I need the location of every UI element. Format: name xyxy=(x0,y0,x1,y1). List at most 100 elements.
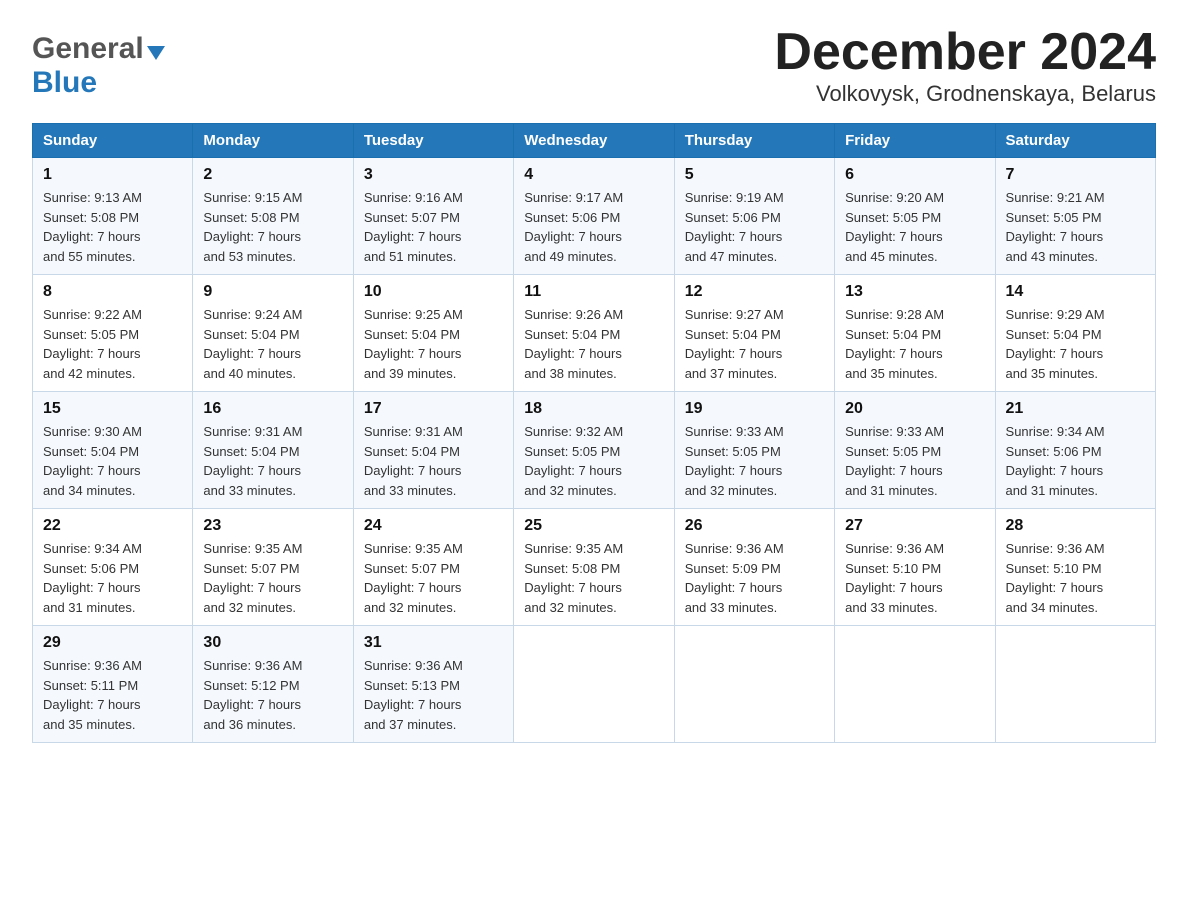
day-number: 24 xyxy=(364,517,503,535)
calendar-cell: 12Sunrise: 9:27 AMSunset: 5:04 PMDayligh… xyxy=(674,275,834,392)
day-info: Sunrise: 9:27 AMSunset: 5:04 PMDaylight:… xyxy=(685,305,824,383)
day-info: Sunrise: 9:31 AMSunset: 5:04 PMDaylight:… xyxy=(203,422,342,500)
calendar-cell: 10 Sunrise: 9:25 AMSunset: 5:04 PMDayligh… xyxy=(353,275,513,392)
day-info: Sunrise: 9:32 AMSunset: 5:05 PMDaylight:… xyxy=(524,422,663,500)
day-number: 22 xyxy=(43,517,182,535)
calendar-title: December 2024 xyxy=(774,24,1156,81)
day-info: Sunrise: 9:24 AMSunset: 5:04 PMDaylight:… xyxy=(203,305,342,383)
calendar-cell: 17 Sunrise: 9:31 AMSunset: 5:04 PMDayligh… xyxy=(353,392,513,509)
day-info: Sunrise: 9:36 AMSunset: 5:12 PMDaylight:… xyxy=(203,656,342,734)
calendar-cell: 20 Sunrise: 9:33 AMSunset: 5:05 PMDayligh… xyxy=(835,392,995,509)
logo-line1: General xyxy=(32,32,165,66)
calendar-cell xyxy=(995,626,1155,743)
day-number: 28 xyxy=(1006,517,1145,535)
day-number: 18 xyxy=(524,400,663,418)
day-number: 3 xyxy=(364,166,503,184)
day-number: 6 xyxy=(845,166,984,184)
day-info: Sunrise: 9:36 AMSunset: 5:10 PMDaylight:… xyxy=(845,539,984,617)
calendar-cell: 28 Sunrise: 9:36 AMSunset: 5:10 PMDayligh… xyxy=(995,509,1155,626)
day-info: Sunrise: 9:31 AMSunset: 5:04 PMDaylight:… xyxy=(364,422,503,500)
logo-general-text: General xyxy=(32,32,144,66)
week-row-2: 8 Sunrise: 9:22 AMSunset: 5:05 PMDaylight… xyxy=(33,275,1156,392)
day-info: Sunrise: 9:36 AMSunset: 5:09 PMDaylight:… xyxy=(685,539,824,617)
logo-blue-text: Blue xyxy=(32,66,97,99)
calendar-cell: 5 Sunrise: 9:19 AMSunset: 5:06 PMDaylight… xyxy=(674,158,834,275)
header-thursday: Thursday xyxy=(674,124,834,158)
day-info: Sunrise: 9:34 AMSunset: 5:06 PMDaylight:… xyxy=(1006,422,1145,500)
day-number: 8 xyxy=(43,283,182,301)
calendar-cell: 16 Sunrise: 9:31 AMSunset: 5:04 PMDayligh… xyxy=(193,392,353,509)
day-number: 17 xyxy=(364,400,503,418)
day-info: Sunrise: 9:33 AMSunset: 5:05 PMDaylight:… xyxy=(685,422,824,500)
header-monday: Monday xyxy=(193,124,353,158)
day-number: 10 xyxy=(364,283,503,301)
day-number: 25 xyxy=(524,517,663,535)
day-info: Sunrise: 9:36 AMSunset: 5:13 PMDaylight:… xyxy=(364,656,503,734)
day-info: Sunrise: 9:35 AMSunset: 5:07 PMDaylight:… xyxy=(364,539,503,617)
calendar-cell: 31 Sunrise: 9:36 AMSunset: 5:13 PMDayligh… xyxy=(353,626,513,743)
calendar-cell: 22 Sunrise: 9:34 AMSunset: 5:06 PMDayligh… xyxy=(33,509,193,626)
day-info: Sunrise: 9:33 AMSunset: 5:05 PMDaylight:… xyxy=(845,422,984,500)
day-number: 2 xyxy=(203,166,342,184)
day-number: 13 xyxy=(845,283,984,301)
day-number: 20 xyxy=(845,400,984,418)
day-number: 23 xyxy=(203,517,342,535)
week-row-3: 15 Sunrise: 9:30 AMSunset: 5:04 PMDayligh… xyxy=(33,392,1156,509)
day-number: 5 xyxy=(685,166,824,184)
header-wednesday: Wednesday xyxy=(514,124,674,158)
day-number: 30 xyxy=(203,634,342,652)
day-info: Sunrise: 9:26 AMSunset: 5:04 PMDaylight:… xyxy=(524,305,663,383)
calendar-cell xyxy=(835,626,995,743)
week-row-5: 29Sunrise: 9:36 AMSunset: 5:11 PMDayligh… xyxy=(33,626,1156,743)
day-number: 19 xyxy=(685,400,824,418)
calendar-cell: 23Sunrise: 9:35 AMSunset: 5:07 PMDayligh… xyxy=(193,509,353,626)
day-info: Sunrise: 9:36 AMSunset: 5:10 PMDaylight:… xyxy=(1006,539,1145,617)
day-number: 27 xyxy=(845,517,984,535)
day-info: Sunrise: 9:25 AMSunset: 5:04 PMDaylight:… xyxy=(364,305,503,383)
day-number: 1 xyxy=(43,166,182,184)
logo-line2: Blue xyxy=(32,66,97,100)
logo: General Blue xyxy=(32,32,165,100)
day-info: Sunrise: 9:16 AMSunset: 5:07 PMDaylight:… xyxy=(364,188,503,266)
calendar-cell: 14Sunrise: 9:29 AMSunset: 5:04 PMDayligh… xyxy=(995,275,1155,392)
calendar-cell: 15 Sunrise: 9:30 AMSunset: 5:04 PMDayligh… xyxy=(33,392,193,509)
calendar-cell: 6Sunrise: 9:20 AMSunset: 5:05 PMDaylight… xyxy=(835,158,995,275)
day-number: 4 xyxy=(524,166,663,184)
header-tuesday: Tuesday xyxy=(353,124,513,158)
calendar-cell: 8 Sunrise: 9:22 AMSunset: 5:05 PMDaylight… xyxy=(33,275,193,392)
calendar-cell: 26 Sunrise: 9:36 AMSunset: 5:09 PMDayligh… xyxy=(674,509,834,626)
calendar-cell xyxy=(674,626,834,743)
calendar-cell: 13Sunrise: 9:28 AMSunset: 5:04 PMDayligh… xyxy=(835,275,995,392)
calendar-cell: 1Sunrise: 9:13 AMSunset: 5:08 PMDaylight… xyxy=(33,158,193,275)
day-info: Sunrise: 9:15 AMSunset: 5:08 PMDaylight:… xyxy=(203,188,342,266)
day-number: 31 xyxy=(364,634,503,652)
day-number: 26 xyxy=(685,517,824,535)
day-number: 7 xyxy=(1006,166,1145,184)
calendar-cell: 21 Sunrise: 9:34 AMSunset: 5:06 PMDayligh… xyxy=(995,392,1155,509)
day-number: 9 xyxy=(203,283,342,301)
calendar-cell: 3 Sunrise: 9:16 AMSunset: 5:07 PMDaylight… xyxy=(353,158,513,275)
logo-triangle-icon xyxy=(147,46,165,60)
calendar-cell: 25 Sunrise: 9:35 AMSunset: 5:08 PMDayligh… xyxy=(514,509,674,626)
calendar-cell xyxy=(514,626,674,743)
day-number: 21 xyxy=(1006,400,1145,418)
header: General Blue December 2024 Volkovysk, Gr… xyxy=(32,24,1156,107)
calendar-cell: 29Sunrise: 9:36 AMSunset: 5:11 PMDayligh… xyxy=(33,626,193,743)
calendar-header-row: SundayMondayTuesdayWednesdayThursdayFrid… xyxy=(33,124,1156,158)
day-info: Sunrise: 9:19 AMSunset: 5:06 PMDaylight:… xyxy=(685,188,824,266)
day-number: 16 xyxy=(203,400,342,418)
day-info: Sunrise: 9:22 AMSunset: 5:05 PMDaylight:… xyxy=(43,305,182,383)
day-info: Sunrise: 9:34 AMSunset: 5:06 PMDaylight:… xyxy=(43,539,182,617)
day-info: Sunrise: 9:30 AMSunset: 5:04 PMDaylight:… xyxy=(43,422,182,500)
calendar-cell: 2 Sunrise: 9:15 AMSunset: 5:08 PMDaylight… xyxy=(193,158,353,275)
day-info: Sunrise: 9:17 AMSunset: 5:06 PMDaylight:… xyxy=(524,188,663,266)
day-number: 15 xyxy=(43,400,182,418)
calendar-cell: 11Sunrise: 9:26 AMSunset: 5:04 PMDayligh… xyxy=(514,275,674,392)
calendar-cell: 24 Sunrise: 9:35 AMSunset: 5:07 PMDayligh… xyxy=(353,509,513,626)
day-number: 14 xyxy=(1006,283,1145,301)
week-row-1: 1Sunrise: 9:13 AMSunset: 5:08 PMDaylight… xyxy=(33,158,1156,275)
calendar-cell: 30 Sunrise: 9:36 AMSunset: 5:12 PMDayligh… xyxy=(193,626,353,743)
day-info: Sunrise: 9:35 AMSunset: 5:08 PMDaylight:… xyxy=(524,539,663,617)
calendar-cell: 4 Sunrise: 9:17 AMSunset: 5:06 PMDaylight… xyxy=(514,158,674,275)
header-saturday: Saturday xyxy=(995,124,1155,158)
